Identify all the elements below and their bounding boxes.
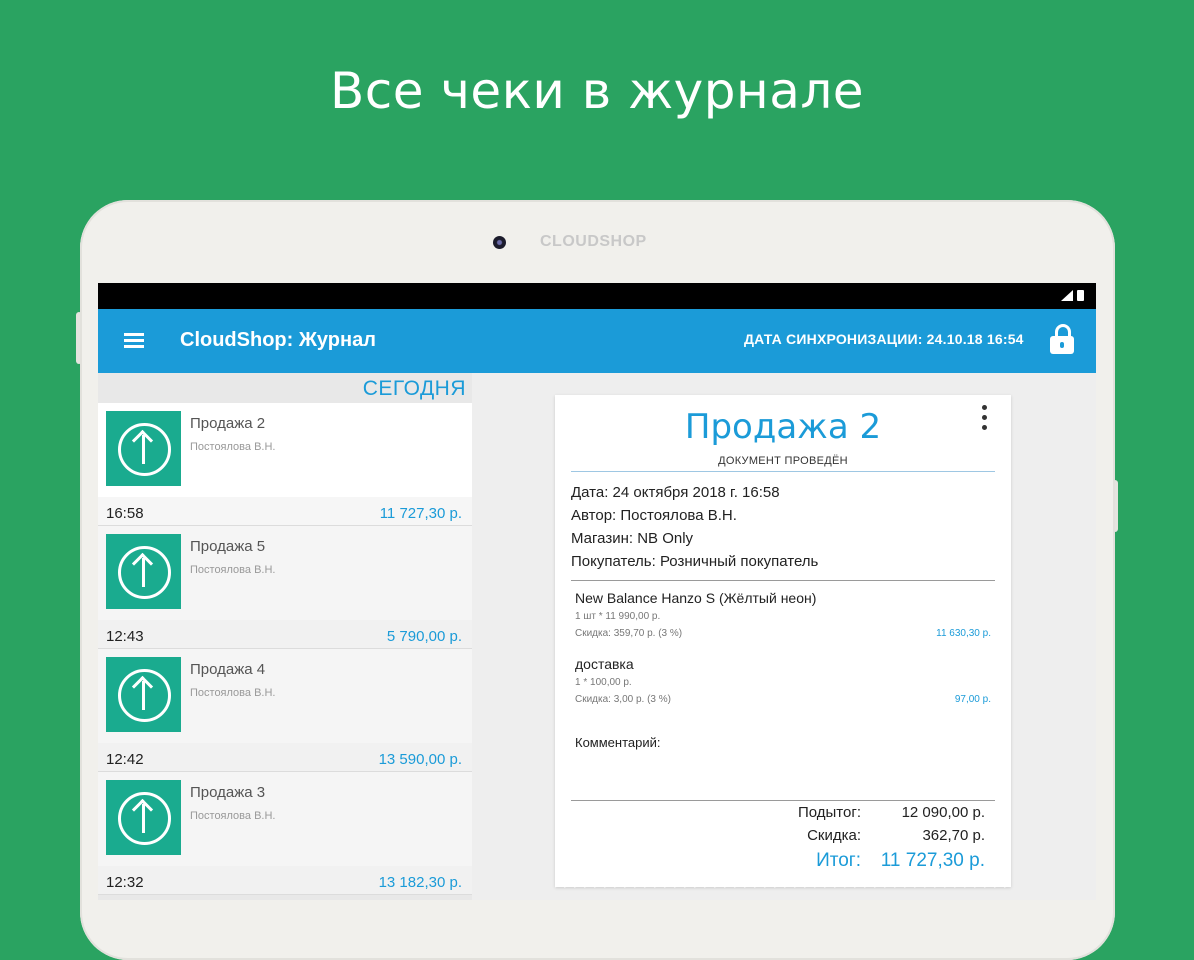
- camera-icon: [493, 236, 506, 249]
- product-discount: Скидка: 3,00 р. (3 %): [575, 694, 671, 705]
- receipt-card: Продажа 2 ДОКУМЕНТ ПРОВЕДЁН Дата: 24 окт…: [555, 395, 1011, 887]
- product-discount: Скидка: 359,70 р. (3 %): [575, 628, 683, 639]
- product-qty: 1 * 100,00 р.: [575, 677, 632, 688]
- list-item-time: 16:58: [106, 505, 144, 522]
- list-item-title: Продажа 4: [190, 661, 266, 678]
- total-label: Итог:: [816, 850, 861, 871]
- list-item-sum: 13 182,30 р.: [378, 874, 462, 891]
- lock-icon[interactable]: [1050, 323, 1076, 355]
- receipt-customer: Покупатель: Розничный покупатель: [571, 553, 819, 570]
- upload-arrow-icon: [106, 411, 181, 486]
- list-item-title: Продажа 3: [190, 784, 266, 801]
- list-item[interactable]: Продажа 5 Постоялова В.Н. 12:43 5 790,00…: [98, 526, 472, 649]
- hamburger-icon[interactable]: [124, 333, 146, 349]
- list-item-title: Продажа 5: [190, 538, 266, 555]
- receipt-detail-pane: Продажа 2 ДОКУМЕНТ ПРОВЕДЁН Дата: 24 окт…: [472, 373, 1096, 900]
- divider: [571, 800, 995, 801]
- product-name: New Balance Hanzo S (Жёлтый неон): [575, 590, 817, 606]
- receipt-list: СЕГОДНЯ Продажа 2 Постоялова В.Н. 16:58 …: [98, 373, 472, 900]
- discount-label: Скидка:: [807, 827, 861, 844]
- receipt-author: Автор: Постоялова В.Н.: [571, 507, 737, 524]
- list-item-author: Постоялова В.Н.: [190, 687, 276, 699]
- product-qty: 1 шт * 11 990,00 р.: [575, 611, 661, 622]
- upload-arrow-icon: [106, 780, 181, 855]
- list-item-sum: 5 790,00 р.: [386, 628, 462, 645]
- battery-icon: [1077, 290, 1084, 301]
- list-item-sum: 13 590,00 р.: [378, 751, 462, 768]
- divider: [571, 580, 995, 581]
- list-item-title: Продажа 2: [190, 415, 266, 432]
- signal-icon: [1061, 290, 1073, 301]
- total-value: 11 727,30 р.: [880, 850, 985, 871]
- app-toolbar: CloudShop: Журнал ДАТА СИНХРОНИЗАЦИИ: 24…: [98, 309, 1096, 373]
- promo-headline: Все чеки в журнале: [329, 62, 865, 120]
- upload-arrow-icon: [106, 657, 181, 732]
- list-item-author: Постоялова В.Н.: [190, 441, 276, 453]
- receipt-title: Продажа 2: [684, 407, 882, 447]
- receipt-store: Магазин: NB Only: [571, 530, 694, 547]
- section-header-today: СЕГОДНЯ: [362, 377, 466, 400]
- device-brand: CLOUDSHOP: [540, 233, 647, 250]
- product-sum: 97,00 р.: [954, 694, 991, 705]
- list-item-author: Постоялова В.Н.: [190, 810, 276, 822]
- list-item-time: 12:42: [106, 751, 144, 768]
- list-item-sum: 11 727,30 р.: [379, 505, 462, 522]
- list-item-time: 12:32: [106, 874, 144, 891]
- divider: [571, 471, 995, 472]
- app-screen: CloudShop: Журнал ДАТА СИНХРОНИЗАЦИИ: 24…: [98, 283, 1096, 900]
- app-title: CloudShop: Журнал: [180, 329, 376, 351]
- status-bar: [98, 283, 1096, 309]
- subtotal-value: 12 090,00 р.: [901, 804, 985, 821]
- receipt-date: Дата: 24 октября 2018 г. 16:58: [571, 484, 780, 501]
- discount-value: 362,70 р.: [922, 827, 985, 844]
- subtotal-label: Подытог:: [797, 804, 861, 821]
- sync-date: ДАТА СИНХРОНИЗАЦИИ: 24.10.18 16:54: [744, 331, 1024, 347]
- receipt-status: ДОКУМЕНТ ПРОВЕДЁН: [718, 455, 848, 467]
- list-item-time: 12:43: [106, 628, 144, 645]
- product-sum: 11 630,30 р.: [936, 628, 991, 639]
- comment-label: Комментарий:: [575, 735, 661, 750]
- list-item[interactable]: Продажа 4 Постоялова В.Н. 12:42 13 590,0…: [98, 649, 472, 772]
- receipt-torn-edge: [555, 883, 1011, 893]
- product-name: доставка: [575, 656, 634, 672]
- list-item[interactable]: Продажа 2 Постоялова В.Н. 16:58 11 727,3…: [98, 403, 472, 526]
- list-item[interactable]: Продажа 3 Постоялова В.Н. 12:32 13 182,3…: [98, 772, 472, 895]
- list-item-author: Постоялова В.Н.: [190, 564, 276, 576]
- upload-arrow-icon: [106, 534, 181, 609]
